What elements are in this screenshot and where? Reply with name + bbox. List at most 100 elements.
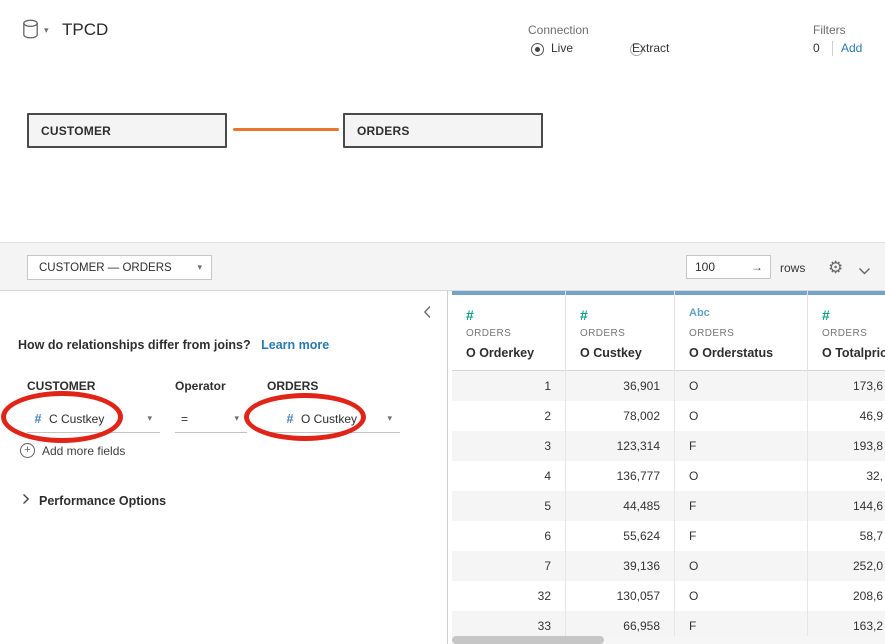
chevron-down-icon: ▾ bbox=[387, 414, 392, 423]
database-icon[interactable] bbox=[20, 18, 41, 45]
number-field-icon: # bbox=[283, 412, 297, 426]
text-field-icon: Abc bbox=[689, 307, 807, 325]
apply-row-limit-arrow-icon[interactable]: → bbox=[751, 260, 763, 274]
learn-more-link[interactable]: Learn more bbox=[261, 338, 329, 352]
table-cell: 1 bbox=[452, 371, 566, 401]
column-accent-strip bbox=[566, 291, 674, 295]
chevron-down-icon: ▾ bbox=[147, 414, 152, 423]
table-row: 739,136O252,0 bbox=[452, 551, 885, 581]
row-limit-input[interactable]: 100 → bbox=[686, 255, 771, 279]
grid-body: 136,901O173,6278,002O46,93123,314F193,84… bbox=[452, 371, 885, 641]
table-cell: O bbox=[675, 401, 808, 431]
canvas-table-customer[interactable]: CUSTOMER bbox=[27, 113, 227, 148]
column-field-name: O Orderstatus bbox=[689, 346, 807, 360]
table-row: 32130,057O208,6 bbox=[452, 581, 885, 611]
table-cell: 144,6 bbox=[808, 491, 885, 521]
column-accent-strip bbox=[675, 291, 807, 295]
column-accent-strip bbox=[452, 291, 565, 295]
number-field-icon: # bbox=[31, 412, 45, 426]
plus-circle-icon: + bbox=[20, 443, 35, 458]
number-field-icon: # bbox=[822, 307, 885, 325]
chevron-right-icon bbox=[22, 492, 30, 510]
table-cell: 44,485 bbox=[566, 491, 675, 521]
table-row: 136,901O173,6 bbox=[452, 371, 885, 401]
table-cell: 3 bbox=[452, 431, 566, 461]
table-cell: O bbox=[675, 581, 808, 611]
table-cell: 123,314 bbox=[566, 431, 675, 461]
column-table-name: ORDERS bbox=[466, 328, 565, 339]
table-row: 3123,314F193,8 bbox=[452, 431, 885, 461]
column-table-name: ORDERS bbox=[822, 328, 885, 339]
performance-options-toggle[interactable]: Performance Options bbox=[22, 491, 166, 510]
column-field-name: O Orderkey bbox=[466, 346, 565, 360]
table-cell: 7 bbox=[452, 551, 566, 581]
gear-icon[interactable]: ⚙ bbox=[828, 259, 843, 276]
left-table-column-label: CUSTOMER bbox=[27, 379, 95, 393]
row-limit-value: 100 bbox=[695, 260, 751, 274]
data-preview-grid: # ORDERS O Orderkey # ORDERS O Custkey Abc ORDE… bbox=[452, 291, 885, 644]
column-field-name: O Totalprice bbox=[822, 346, 885, 360]
filters-add-link[interactable]: Add bbox=[841, 41, 862, 55]
grid-collapse-chevron-icon[interactable] bbox=[858, 263, 871, 281]
relationship-selector-value: CUSTOMER — ORDERS bbox=[39, 262, 197, 274]
left-field-value: C Custkey bbox=[49, 412, 147, 426]
table-cell: 78,002 bbox=[566, 401, 675, 431]
table-row: 4136,777O32, bbox=[452, 461, 885, 491]
right-field-value: O Custkey bbox=[301, 412, 387, 426]
table-cell: 6 bbox=[452, 521, 566, 551]
canvas-table-orders[interactable]: ORDERS bbox=[343, 113, 543, 148]
table-cell: 55,624 bbox=[566, 521, 675, 551]
table-cell: 32 bbox=[452, 581, 566, 611]
table-cell: 46,9 bbox=[808, 401, 885, 431]
table-cell: 36,901 bbox=[566, 371, 675, 401]
table-cell: 136,777 bbox=[566, 461, 675, 491]
radio-extract-label[interactable]: Extract bbox=[632, 41, 669, 55]
table-cell: O bbox=[675, 461, 808, 491]
table-cell: 58,7 bbox=[808, 521, 885, 551]
table-row: 278,002O46,9 bbox=[452, 401, 885, 431]
chevron-down-icon: ▾ bbox=[234, 414, 239, 423]
add-more-fields-button[interactable]: + Add more fields bbox=[20, 443, 125, 458]
horizontal-scrollbar-thumb[interactable] bbox=[452, 636, 604, 644]
table-cell: 39,136 bbox=[566, 551, 675, 581]
table-cell: 193,8 bbox=[808, 431, 885, 461]
number-field-icon: # bbox=[466, 307, 565, 325]
table-cell: O bbox=[675, 551, 808, 581]
table-cell: 5 bbox=[452, 491, 566, 521]
table-cell: 4 bbox=[452, 461, 566, 491]
chevron-down-icon: ▾ bbox=[197, 263, 202, 272]
column-header[interactable]: # ORDERS O Custkey bbox=[566, 291, 675, 371]
horizontal-scrollbar-track[interactable] bbox=[452, 636, 885, 644]
column-header[interactable]: Abc ORDERS O Orderstatus bbox=[675, 291, 808, 371]
database-caret-icon[interactable]: ▾ bbox=[44, 26, 49, 35]
column-header[interactable]: # ORDERS O Orderkey bbox=[452, 291, 566, 371]
rows-label: rows bbox=[780, 261, 805, 275]
left-field-dropdown[interactable]: # C Custkey ▾ bbox=[27, 405, 160, 433]
table-cell: 208,6 bbox=[808, 581, 885, 611]
number-field-icon: # bbox=[580, 307, 674, 325]
column-header[interactable]: # ORDERS O Totalprice bbox=[808, 291, 885, 371]
filters-divider bbox=[832, 41, 833, 56]
radio-live[interactable] bbox=[531, 43, 544, 56]
column-field-name: O Custkey bbox=[580, 346, 674, 360]
operator-value: = bbox=[181, 412, 234, 426]
column-accent-strip bbox=[808, 291, 885, 295]
radio-live-label[interactable]: Live bbox=[551, 41, 573, 55]
relationship-noodle[interactable] bbox=[233, 128, 339, 131]
relationships-question-text: How do relationships differ from joins? bbox=[18, 338, 251, 352]
table-cell: O bbox=[675, 371, 808, 401]
operator-dropdown[interactable]: = ▾ bbox=[175, 405, 247, 433]
right-field-dropdown[interactable]: # O Custkey ▾ bbox=[267, 405, 400, 433]
column-table-name: ORDERS bbox=[689, 328, 807, 339]
operator-column-label: Operator bbox=[175, 379, 226, 393]
table-cell: 32, bbox=[808, 461, 885, 491]
filters-label: Filters bbox=[813, 23, 846, 37]
grid-header-row: # ORDERS O Orderkey # ORDERS O Custkey Abc ORDE… bbox=[452, 291, 885, 371]
datasource-title: TPCD bbox=[62, 20, 108, 40]
tableau-datasource-page: ▾ TPCD Connection Live Extract Filters 0… bbox=[0, 0, 885, 644]
column-table-name: ORDERS bbox=[580, 328, 674, 339]
add-more-fields-label: Add more fields bbox=[42, 444, 125, 458]
relationship-selector-dropdown[interactable]: CUSTOMER — ORDERS ▾ bbox=[27, 255, 212, 280]
filters-count: 0 bbox=[813, 41, 820, 55]
panel-collapse-chevron-icon[interactable] bbox=[423, 305, 432, 324]
